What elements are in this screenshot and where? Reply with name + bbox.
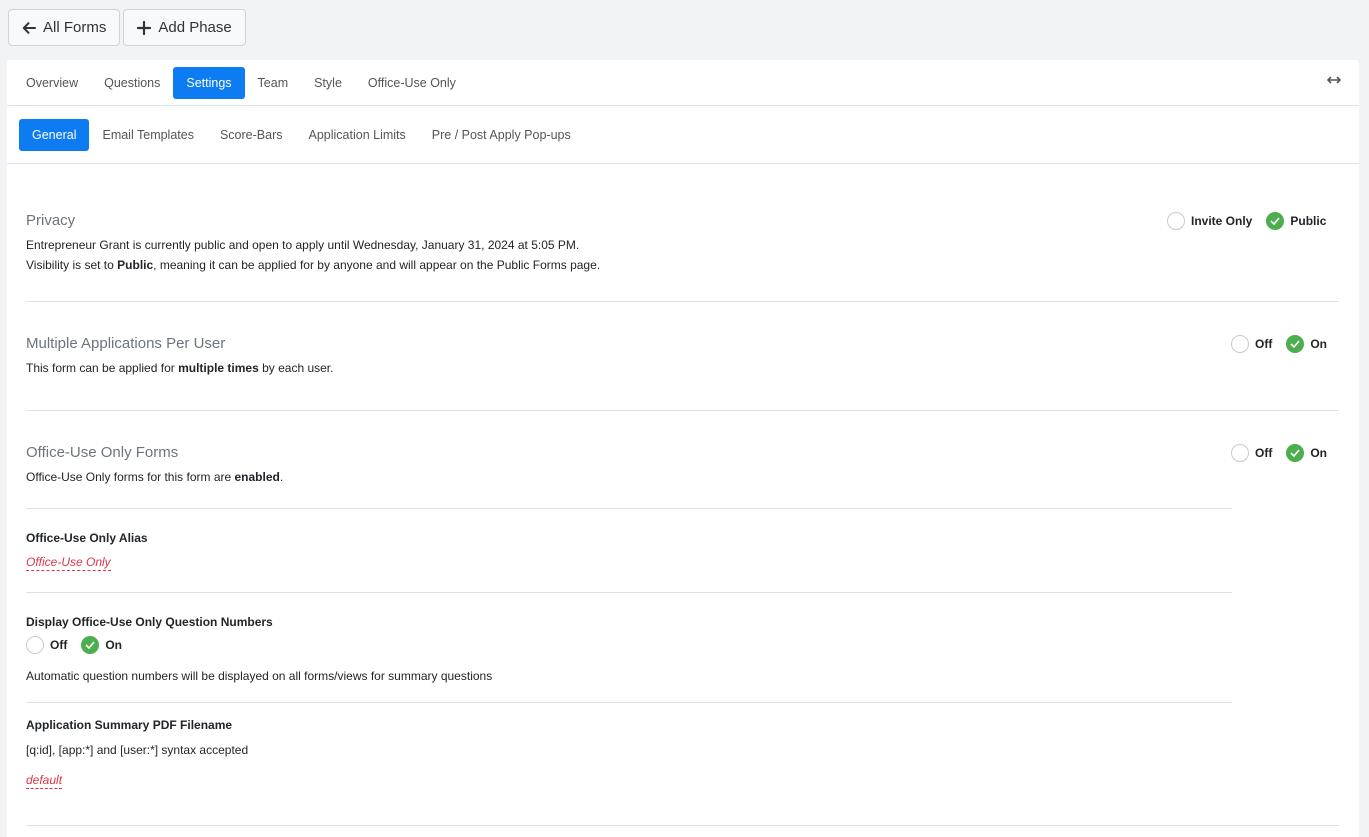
- question-numbers-label: Display Office-Use Only Question Numbers: [26, 615, 273, 629]
- add-phase-button[interactable]: Add Phase: [123, 9, 246, 46]
- radio-empty-icon: [26, 636, 44, 654]
- privacy-desc-line1: Entrepreneur Grant is currently public a…: [26, 238, 580, 252]
- alias-label: Office-Use Only Alias: [26, 531, 148, 545]
- office-use-on-radio[interactable]: On: [1286, 444, 1327, 462]
- alias-section: Office-Use Only Alias Office-Use Only: [26, 531, 1339, 571]
- multiple-apps-off-radio[interactable]: Off: [1231, 335, 1272, 353]
- divider: [26, 410, 1339, 411]
- check-circle-icon: [1266, 212, 1285, 230]
- check-circle-icon: [1286, 444, 1305, 462]
- tab-team[interactable]: Team: [245, 67, 302, 99]
- office-use-off-radio[interactable]: Off: [1231, 444, 1272, 462]
- question-numbers-options: Off On: [26, 636, 1339, 654]
- question-numbers-on-radio[interactable]: On: [81, 636, 122, 654]
- sub-tabs: General Email Templates Score-Bars Appli…: [7, 106, 1359, 164]
- expand-width-icon[interactable]: [1327, 75, 1341, 85]
- top-toolbar: All Forms Add Phase: [8, 9, 246, 46]
- tab-email-templates[interactable]: Email Templates: [89, 119, 206, 151]
- privacy-options: Invite Only Public: [1167, 212, 1326, 230]
- public-radio[interactable]: Public: [1266, 212, 1326, 230]
- check-circle-icon: [81, 636, 100, 654]
- tab-application-limits[interactable]: Application Limits: [296, 119, 419, 151]
- pdf-filename-desc: [q:id], [app:*] and [user:*] syntax acce…: [26, 743, 249, 757]
- pdf-filename-section: Application Summary PDF Filename [q:id],…: [26, 718, 1339, 789]
- privacy-title: Privacy: [26, 212, 76, 229]
- arrow-left-icon: [22, 21, 36, 34]
- divider: [26, 508, 1232, 509]
- tab-questions[interactable]: Questions: [91, 67, 173, 99]
- divider: [26, 825, 1339, 826]
- tab-general[interactable]: General: [19, 118, 90, 151]
- check-circle-icon: [1286, 335, 1305, 353]
- tab-score-bars[interactable]: Score-Bars: [207, 119, 296, 151]
- radio-empty-icon: [1167, 212, 1185, 230]
- multiple-apps-on-radio[interactable]: On: [1286, 335, 1327, 353]
- question-numbers-section: Display Office-Use Only Question Numbers…: [26, 615, 1339, 686]
- question-numbers-desc: Automatic question numbers will be displ…: [26, 669, 493, 683]
- tab-pre-post-popups[interactable]: Pre / Post Apply Pop-ups: [419, 119, 584, 151]
- multiple-apps-options: Off On: [1231, 335, 1327, 353]
- radio-empty-icon: [1231, 444, 1249, 462]
- office-use-section: Office-Use Only Forms Office-Use Only fo…: [26, 444, 1339, 487]
- multiple-apps-desc: This form can be applied for multiple ti…: [26, 361, 334, 375]
- divider: [26, 301, 1339, 302]
- privacy-desc-line2: Visibility is set to Public, meaning it …: [26, 258, 601, 272]
- multiple-apps-title: Multiple Applications Per User: [26, 335, 226, 352]
- invite-only-radio[interactable]: Invite Only: [1167, 212, 1252, 230]
- tab-overview[interactable]: Overview: [13, 67, 91, 99]
- question-numbers-off-radio[interactable]: Off: [26, 636, 67, 654]
- all-forms-label: All Forms: [43, 19, 107, 36]
- settings-card: Overview Questions Settings Team Style O…: [7, 60, 1359, 837]
- pdf-filename-edit-link[interactable]: default: [26, 773, 63, 789]
- plus-icon: [137, 20, 152, 35]
- privacy-section: Privacy Entrepreneur Grant is currently …: [26, 212, 1339, 275]
- all-forms-button[interactable]: All Forms: [8, 9, 121, 46]
- add-phase-label: Add Phase: [158, 19, 232, 36]
- tab-settings[interactable]: Settings: [173, 66, 245, 99]
- pdf-filename-label: Application Summary PDF Filename: [26, 718, 233, 732]
- radio-empty-icon: [1231, 335, 1249, 353]
- tab-office-use-only[interactable]: Office-Use Only: [355, 67, 469, 99]
- divider: [26, 702, 1232, 703]
- office-use-options: Off On: [1231, 444, 1327, 462]
- divider: [26, 592, 1232, 593]
- main-tabs: Overview Questions Settings Team Style O…: [7, 60, 1359, 106]
- office-use-title: Office-Use Only Forms: [26, 444, 179, 461]
- multiple-apps-section: Multiple Applications Per User This form…: [26, 335, 1339, 378]
- tab-style[interactable]: Style: [301, 67, 355, 99]
- office-use-desc: Office-Use Only forms for this form are …: [26, 470, 284, 484]
- alias-edit-link[interactable]: Office-Use Only: [26, 555, 111, 571]
